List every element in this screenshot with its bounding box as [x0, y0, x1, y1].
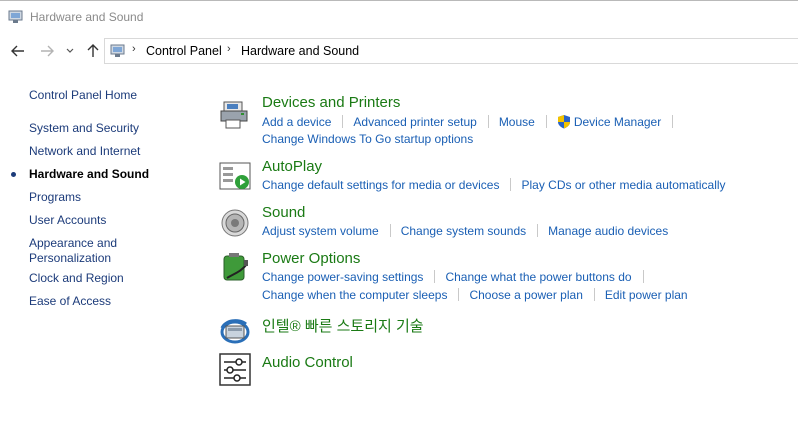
task-add-a-device[interactable]: Add a device [262, 115, 331, 129]
navigation-bar: › Control Panel › Hardware and Sound [0, 32, 798, 70]
title-bar: Hardware and Sound [0, 0, 798, 32]
task-change-when-computer-sleeps[interactable]: Change when the computer sleeps [262, 288, 447, 302]
task-row: Change when the computer sleeps Choose a … [262, 288, 688, 304]
sidebar-item-clock-and-region[interactable]: Clock and Region [29, 271, 124, 286]
sidebar-item-network-and-internet[interactable]: Network and Internet [29, 144, 140, 159]
separator [545, 115, 547, 128]
task-change-windows-to-go-startup-options[interactable]: Change Windows To Go startup options [262, 132, 473, 146]
category-title[interactable]: Sound [262, 204, 305, 221]
task-adjust-system-volume[interactable]: Adjust system volume [262, 224, 379, 238]
sidebar-item-programs[interactable]: Programs [29, 190, 81, 205]
task-row: Change Windows To Go startup options [262, 132, 473, 148]
separator [510, 178, 512, 191]
autoplay-icon [219, 162, 251, 190]
task-row: Adjust system volume Change system sounds… [262, 224, 668, 240]
separator [342, 115, 344, 128]
category-title[interactable]: Devices and Printers [262, 94, 400, 111]
sliders-icon [219, 353, 251, 386]
chevron-right-icon[interactable]: › [132, 43, 136, 55]
forward-arrow-icon[interactable] [38, 42, 56, 60]
category-title[interactable]: Audio Control [262, 354, 353, 371]
separator [537, 224, 539, 237]
breadcrumb-control-panel[interactable]: Control Panel [146, 44, 222, 58]
window-title: Hardware and Sound [30, 10, 144, 24]
category-title[interactable]: AutoPlay [262, 158, 322, 175]
sidebar-item-user-accounts[interactable]: User Accounts [29, 213, 106, 228]
speaker-icon [221, 209, 249, 237]
task-row: Add a device Advanced printer setup Mouse D… [262, 114, 683, 130]
sidebar-item-system-and-security[interactable]: System and Security [29, 121, 139, 136]
task-mouse[interactable]: Mouse [499, 115, 535, 129]
task-change-system-sounds[interactable]: Change system sounds [401, 224, 526, 238]
control-panel-icon [110, 44, 125, 57]
uac-shield-icon [557, 115, 570, 129]
separator [642, 270, 644, 283]
back-arrow-icon[interactable] [9, 42, 27, 60]
separator [672, 115, 674, 128]
task-play-cds-automatically[interactable]: Play CDs or other media automatically [521, 178, 725, 192]
task-change-power-buttons[interactable]: Change what the power buttons do [445, 270, 631, 284]
breadcrumb-hardware-and-sound[interactable]: Hardware and Sound [241, 44, 359, 58]
task-manage-audio-devices[interactable]: Manage audio devices [548, 224, 668, 238]
battery-icon [223, 253, 248, 281]
address-bar[interactable]: › Control Panel › Hardware and Sound [104, 38, 798, 64]
separator [487, 115, 489, 128]
up-arrow-icon[interactable] [84, 42, 102, 60]
category-title[interactable]: Power Options [262, 250, 360, 267]
chevron-right-icon[interactable]: › [227, 43, 231, 55]
category-title[interactable]: 인텔® 빠른 스토리지 기술 [262, 315, 424, 336]
intel-storage-icon [220, 319, 250, 344]
task-device-manager[interactable]: Device Manager [574, 115, 661, 129]
task-row: Change default settings for media or dev… [262, 178, 726, 194]
task-edit-power-plan[interactable]: Edit power plan [605, 288, 688, 302]
separator [434, 270, 436, 283]
sidebar-item-control-panel-home[interactable]: Control Panel Home [29, 88, 137, 103]
current-item-bullet [11, 172, 16, 177]
task-advanced-printer-setup[interactable]: Advanced printer setup [353, 115, 476, 129]
chevron-down-icon[interactable] [64, 42, 76, 60]
task-choose-a-power-plan[interactable]: Choose a power plan [469, 288, 582, 302]
sidebar-item-hardware-and-sound: Hardware and Sound [29, 167, 150, 181]
separator [389, 224, 391, 237]
sidebar-item-ease-of-access[interactable]: Ease of Access [29, 294, 111, 309]
task-row: Change power-saving settings Change what … [262, 270, 654, 286]
control-panel-icon [8, 10, 23, 23]
printer-icon [220, 101, 248, 129]
task-change-default-settings[interactable]: Change default settings for media or dev… [262, 178, 499, 192]
task-change-power-saving-settings[interactable]: Change power-saving settings [262, 270, 423, 284]
separator [593, 288, 595, 301]
separator [458, 288, 460, 301]
sidebar-item-appearance-and-personalization[interactable]: Appearance and Personalization [29, 236, 139, 266]
